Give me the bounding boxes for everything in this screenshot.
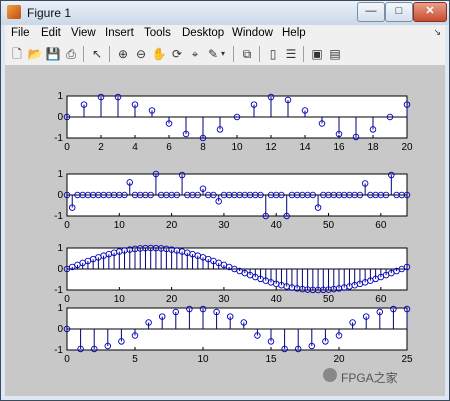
hide-plot-tools-icon[interactable]: ▣	[309, 46, 325, 62]
x-tick-label: 5	[132, 354, 138, 365]
wechat-watermark-icon	[323, 368, 337, 382]
x-tick-label: 40	[271, 220, 283, 231]
title-bar[interactable]: Figure 1 — □ ✕	[1, 1, 449, 25]
toolbar-separator	[259, 46, 260, 62]
x-tick-label: 12	[265, 142, 277, 153]
x-tick-label: 30	[218, 294, 230, 305]
x-tick-label: 60	[375, 294, 387, 305]
y-tick-label: 1	[57, 303, 63, 314]
new-figure-icon[interactable]: 🗋	[9, 46, 25, 62]
print-figure-icon[interactable]: ⎙	[63, 46, 79, 62]
y-tick-label: 1	[57, 91, 63, 102]
x-tick-label: 6	[166, 142, 172, 153]
y-tick-label: 0	[57, 112, 63, 123]
x-tick-label: 15	[265, 354, 277, 365]
figure-toolbar: 🗋 📂 💾 ⎙ ↖ ⊕ ⊖ ✋ ⟳ ⌖ ✎ ▾ ⧉ ▯ ☰ ▣ ▤	[5, 43, 445, 66]
x-tick-label: 10	[231, 142, 243, 153]
link-plot-icon[interactable]: ⧉	[239, 46, 255, 62]
minimize-button[interactable]: —	[357, 2, 385, 22]
save-figure-icon[interactable]: 💾	[45, 46, 61, 62]
y-tick-label: -1	[54, 133, 63, 144]
x-tick-label: 10	[197, 354, 209, 365]
toolbar-separator	[83, 46, 84, 62]
x-tick-label: 30	[218, 220, 230, 231]
y-tick-label: -1	[54, 345, 63, 356]
menu-window[interactable]: Window	[232, 27, 273, 39]
y-tick-label: -1	[54, 211, 63, 222]
x-tick-label: 50	[323, 220, 335, 231]
menu-dock-arrow-icon[interactable]: ↘	[433, 27, 441, 38]
open-file-icon[interactable]: 📂	[27, 46, 43, 62]
x-tick-label: 60	[375, 220, 387, 231]
insert-colorbar-icon[interactable]: ▯	[265, 46, 281, 62]
x-tick-label: 40	[271, 294, 283, 305]
watermark-text: FPGA之家	[341, 371, 398, 385]
y-tick-label: 0	[57, 324, 63, 335]
rotate-3d-icon[interactable]: ⟳	[169, 46, 185, 62]
menu-view[interactable]: View	[71, 27, 96, 39]
x-tick-label: 10	[114, 294, 126, 305]
y-tick-label: 0	[57, 264, 63, 275]
menu-help[interactable]: Help	[282, 27, 306, 39]
x-tick-label: 16	[333, 142, 345, 153]
menu-file[interactable]: File	[11, 27, 30, 39]
x-tick-label: 0	[64, 354, 70, 365]
brush-dropdown-icon[interactable]: ▾	[219, 46, 227, 62]
y-tick-label: 0	[57, 190, 63, 201]
close-button[interactable]: ✕	[413, 2, 447, 22]
menu-desktop[interactable]: Desktop	[182, 27, 224, 39]
x-tick-label: 4	[132, 142, 138, 153]
x-tick-label: 0	[64, 294, 70, 305]
x-tick-label: 0	[64, 142, 70, 153]
toolbar-separator	[233, 46, 234, 62]
x-tick-label: 18	[367, 142, 379, 153]
zoom-out-icon[interactable]: ⊖	[133, 46, 149, 62]
y-tick-label: 1	[57, 169, 63, 180]
x-tick-label: 25	[401, 354, 413, 365]
figure-canvas: 1 0 -1 0 2 4 6 8 10 12 14 16 18 20 1 0 -1 0 10 20 30 40 50 60 1 0…	[5, 66, 445, 396]
x-tick-label: 14	[299, 142, 311, 153]
y-tick-label: -1	[54, 285, 63, 296]
x-tick-label: 20	[333, 354, 345, 365]
insert-legend-icon[interactable]: ☰	[283, 46, 299, 62]
toolbar-separator	[109, 46, 110, 62]
zoom-in-icon[interactable]: ⊕	[115, 46, 131, 62]
x-tick-label: 20	[401, 142, 413, 153]
menu-insert[interactable]: Insert	[105, 27, 134, 39]
x-tick-label: 8	[200, 142, 206, 153]
pointer-icon[interactable]: ↖	[89, 46, 105, 62]
figure-window: Figure 1 — □ ✕ File Edit View Insert Too…	[0, 0, 450, 401]
toolbar-separator	[303, 46, 304, 62]
pan-icon[interactable]: ✋	[151, 46, 167, 62]
plots-svg: 10-10 2 4 6 8 10 12 14 16 18 2010-10 10 20 30 40 50 6010…	[54, 91, 413, 365]
x-tick-label: 50	[323, 294, 335, 305]
data-cursor-icon[interactable]: ⌖	[187, 46, 203, 62]
menu-tools[interactable]: Tools	[144, 27, 171, 39]
menu-bar: File Edit View Insert Tools Desktop Wind…	[5, 25, 445, 43]
maximize-button[interactable]: □	[385, 2, 413, 22]
x-tick-label: 20	[166, 294, 178, 305]
show-plot-tools-icon[interactable]: ▤	[327, 46, 343, 62]
x-tick-label: 0	[64, 220, 70, 231]
window-title: Figure 1	[27, 6, 72, 20]
y-tick-label: 1	[57, 243, 63, 254]
x-tick-label: 2	[98, 142, 104, 153]
x-tick-label: 20	[166, 220, 178, 231]
matlab-logo-icon	[7, 5, 21, 19]
x-tick-label: 10	[114, 220, 126, 231]
menu-edit[interactable]: Edit	[41, 27, 61, 39]
